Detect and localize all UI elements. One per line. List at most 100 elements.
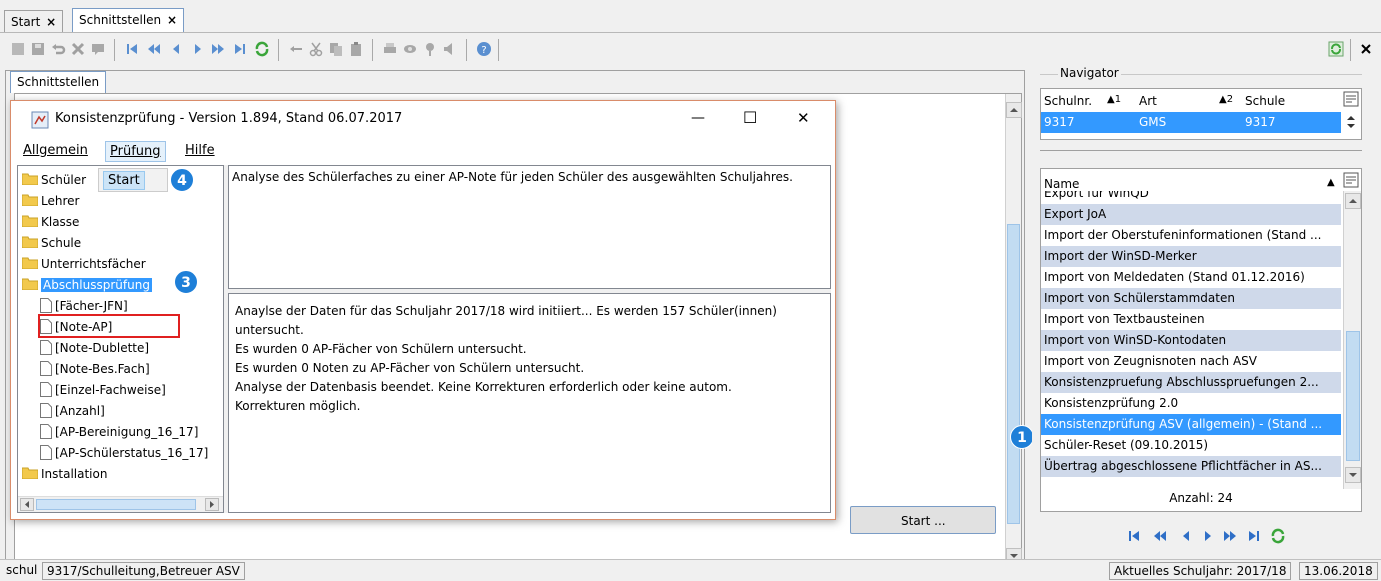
column-chooser-icon[interactable]: [1343, 172, 1359, 188]
first-record-icon[interactable]: [124, 41, 140, 57]
cell-schule: 9317: [1245, 115, 1276, 129]
maximize-button[interactable]: ☐: [743, 108, 757, 127]
konsistenzpruefung-dialog: Konsistenzprüfung - Version 1.894, Stand…: [10, 100, 836, 520]
help-icon[interactable]: ?: [476, 41, 492, 57]
cut-icon[interactable]: [308, 41, 324, 57]
save-icon[interactable]: [30, 41, 46, 57]
move-left-icon[interactable]: [288, 41, 304, 57]
fast-back-icon[interactable]: [146, 41, 162, 57]
menu-hilfe[interactable]: Hilfe: [181, 141, 219, 160]
col-art[interactable]: Art: [1139, 94, 1157, 108]
menu-item-start[interactable]: Start: [103, 171, 145, 190]
next-icon[interactable]: [190, 41, 206, 57]
col-schule[interactable]: Schule: [1245, 94, 1285, 108]
list-scroll-thumb[interactable]: [1346, 331, 1360, 461]
tree-item-faecher-jfn[interactable]: [Fächer-JFN]: [40, 296, 128, 316]
undo-icon[interactable]: [50, 41, 66, 57]
new-record-icon[interactable]: [10, 41, 26, 57]
tree-item-einzel-fachweise[interactable]: [Einzel-Fachweise]: [40, 380, 166, 400]
list-item[interactable]: Übertrag abgeschlossene Pflichtfächer in…: [1041, 456, 1341, 477]
tree-item-anzahl[interactable]: [Anzahl]: [40, 401, 105, 421]
list-item[interactable]: Import von WinSD-Kontodaten: [1041, 330, 1341, 351]
list-item-selected[interactable]: Konsistenzprüfung ASV (allgemein) - (Sta…: [1041, 414, 1341, 435]
previous-icon[interactable]: [1178, 528, 1194, 544]
tab-start-close-icon[interactable]: ×: [46, 15, 56, 29]
tree-folder-klasse[interactable]: Klasse: [22, 212, 79, 232]
check-tree: Schüler Lehrer Klasse Schule Unterrichts…: [17, 165, 224, 513]
tree-folder-schule[interactable]: Schule: [22, 233, 81, 253]
sound-icon[interactable]: [442, 41, 458, 57]
scroll-right-icon[interactable]: [205, 498, 219, 511]
last-record-icon[interactable]: [1246, 528, 1262, 544]
list-item[interactable]: Konsistenzprüfung 2.0: [1041, 393, 1341, 414]
list-item[interactable]: Import von Meldedaten (Stand 01.12.2016): [1041, 267, 1341, 288]
list-item[interactable]: Import von Textbausteinen: [1041, 309, 1341, 330]
tree-folder-abschlusspruefung[interactable]: Abschlussprüfung: [22, 275, 152, 295]
list-item[interactable]: Import von Zeugnisnoten nach ASV: [1041, 351, 1341, 372]
scroll-left-icon[interactable]: [20, 498, 34, 511]
log-line: Analyse der Datenbasis beendet. Keine Ko…: [235, 380, 732, 394]
previous-icon[interactable]: [168, 41, 184, 57]
list-item[interactable]: Export für WinQD: [1041, 191, 1341, 204]
record-count: Anzahl: 24: [1169, 491, 1233, 505]
panel-tab-schnittstellen[interactable]: Schnittstellen: [10, 71, 107, 93]
tree-label: Lehrer: [41, 194, 80, 208]
first-record-icon[interactable]: [1126, 528, 1142, 544]
tree-item-ap-bereinigung[interactable]: [AP-Bereinigung_16_17]: [40, 422, 198, 442]
start-button[interactable]: Start ...: [850, 506, 996, 534]
school-row[interactable]: 9317 GMS 9317: [1041, 112, 1341, 133]
tree-folder-unterrichtsfaecher[interactable]: Unterrichtsfächer: [22, 254, 146, 274]
next-icon[interactable]: [1200, 528, 1216, 544]
list-item[interactable]: Import der WinSD-Merker: [1041, 246, 1341, 267]
minimize-button[interactable]: —: [691, 110, 705, 126]
hscroll-thumb[interactable]: [36, 499, 196, 510]
tree-folder-schueler[interactable]: Schüler: [22, 170, 86, 190]
tree-folder-installation[interactable]: Installation: [22, 464, 107, 484]
tree-label: [Fächer-JFN]: [55, 299, 128, 313]
paste-icon[interactable]: [348, 41, 364, 57]
list-item[interactable]: Konsistenzpruefung Abschlusspruefungen 2…: [1041, 372, 1341, 393]
print-icon[interactable]: [382, 41, 398, 57]
scroll-thumb[interactable]: [1007, 224, 1020, 524]
fast-forward-icon[interactable]: [1222, 528, 1238, 544]
list-item[interactable]: Export JoA: [1041, 204, 1341, 225]
delete-icon[interactable]: [70, 41, 86, 57]
scroll-up-icon[interactable]: [1006, 102, 1022, 118]
preview-icon[interactable]: [402, 41, 418, 57]
panel-scrollbar[interactable]: [1005, 94, 1022, 566]
app-icon: [31, 111, 49, 129]
tree-item-ap-schuelerstatus[interactable]: [AP-Schülerstatus_16_17]: [40, 443, 208, 463]
sync-icon[interactable]: [1328, 41, 1344, 57]
tree-hscrollbar[interactable]: [18, 496, 223, 512]
menu-pruefung[interactable]: Prüfung: [105, 141, 166, 162]
col-name[interactable]: Name: [1044, 177, 1079, 191]
tree-item-note-bes-fach[interactable]: [Note-Bes.Fach]: [40, 359, 150, 379]
tab-start[interactable]: Start ×: [4, 10, 64, 32]
dialog-close-button[interactable]: ✕: [797, 109, 810, 127]
tab-schnittstellen-close-icon[interactable]: ×: [167, 13, 177, 27]
column-chooser-icon[interactable]: [1343, 91, 1359, 107]
list-item[interactable]: Import von Schülerstammdaten: [1041, 288, 1341, 309]
tree-folder-lehrer[interactable]: Lehrer: [22, 191, 79, 211]
col-schulnr[interactable]: Schulnr.: [1044, 94, 1092, 108]
refresh-icon[interactable]: [1270, 528, 1286, 544]
tree-item-note-dublette[interactable]: [Note-Dublette]: [40, 338, 149, 358]
close-panel-icon[interactable]: [1358, 41, 1374, 57]
menu-allgemein[interactable]: Allgemein: [19, 141, 92, 160]
copy-icon[interactable]: [328, 41, 344, 57]
list-scrollbar[interactable]: [1343, 191, 1361, 489]
fast-back-icon[interactable]: [1152, 528, 1168, 544]
list-item[interactable]: Import der Oberstufeninformationen (Stan…: [1041, 225, 1341, 246]
tab-schnittstellen[interactable]: Schnittstellen ×: [72, 8, 185, 32]
list-scroll-up-icon[interactable]: [1345, 193, 1361, 209]
list-item[interactable]: Schüler-Reset (09.10.2015): [1041, 435, 1341, 456]
comment-icon[interactable]: [90, 41, 106, 57]
fast-forward-icon[interactable]: [210, 41, 226, 57]
refresh-icon[interactable]: [254, 41, 270, 57]
log-line: Anaylse der Daten für das Schuljahr 2017…: [235, 304, 777, 318]
navigator-panel: Navigator Schulnr. ▲1 Art ▲2 Schule 9317…: [1032, 66, 1362, 570]
last-record-icon[interactable]: [232, 41, 248, 57]
spin-icon[interactable]: [1344, 113, 1358, 131]
list-scroll-down-icon[interactable]: [1345, 467, 1361, 483]
pin-icon[interactable]: [422, 41, 438, 57]
